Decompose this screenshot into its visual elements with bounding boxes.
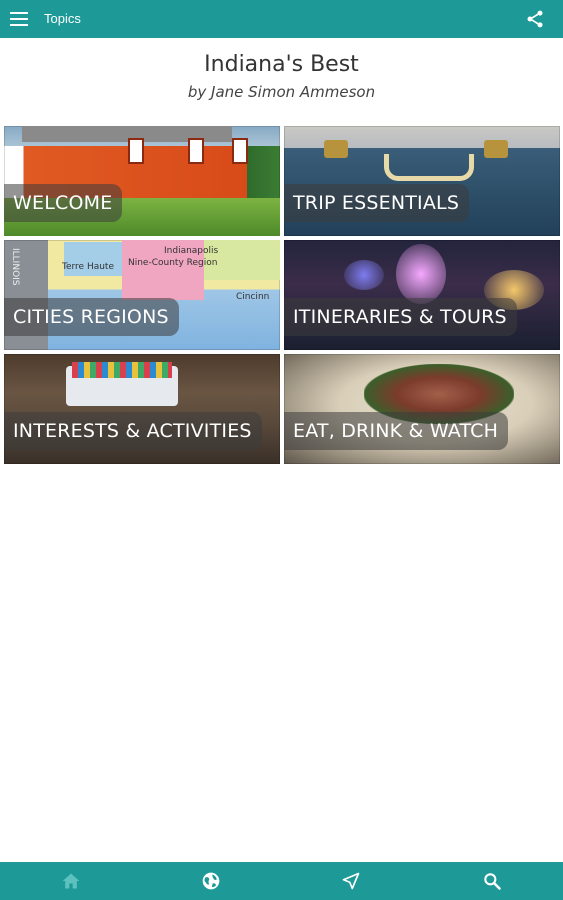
bottom-nav-bar: [0, 862, 563, 900]
map-label: Cincinn: [236, 292, 270, 302]
barn-window: [128, 138, 144, 164]
book-header: Indiana's Best by Jane Simon Ammeson: [0, 52, 563, 101]
map-label: Terre Haute: [62, 262, 115, 272]
tile-label: INTERESTS & ACTIVITIES: [4, 412, 262, 450]
tile-cities-regions[interactable]: Terre Haute Nine-County Region Indianapo…: [4, 240, 280, 350]
tile-label: WELCOME: [4, 184, 123, 222]
tile-label: EAT, DRINK & WATCH: [284, 412, 509, 450]
appbar-title: Topics: [44, 11, 81, 26]
top-app-bar: Topics: [0, 0, 563, 38]
barn-window: [188, 138, 204, 164]
tile-trip-essentials[interactable]: TRIP ESSENTIALS: [284, 126, 560, 236]
boat-passengers: [72, 362, 172, 378]
map-label: Indianapolis: [164, 246, 219, 256]
navigate-icon[interactable]: [341, 871, 361, 891]
tile-welcome[interactable]: WELCOME: [4, 126, 280, 236]
light-glow: [396, 244, 446, 304]
topics-grid: WELCOME TRIP ESSENTIALS Terre Haute Nine…: [4, 126, 560, 464]
map-label: ILLINOIS: [10, 248, 20, 286]
tile-eat-drink-watch[interactable]: EAT, DRINK & WATCH: [284, 354, 560, 464]
map-label: Nine-County Region: [128, 258, 218, 268]
suitcase-latch: [324, 140, 348, 158]
share-icon[interactable]: [525, 9, 545, 29]
book-author: by Jane Simon Ammeson: [187, 83, 376, 101]
globe-icon[interactable]: [201, 871, 221, 891]
book-title: Indiana's Best: [204, 52, 359, 77]
search-icon[interactable]: [482, 871, 502, 891]
tile-label: ITINERARIES & TOURS: [284, 298, 517, 336]
tile-label: CITIES REGIONS: [4, 298, 179, 336]
tile-itineraries-tours[interactable]: ITINERARIES & TOURS: [284, 240, 560, 350]
suitcase-latch: [484, 140, 508, 158]
tile-label: TRIP ESSENTIALS: [284, 184, 470, 222]
menu-icon[interactable]: [10, 12, 28, 26]
barn-window: [232, 138, 248, 164]
tile-interests-activities[interactable]: INTERESTS & ACTIVITIES: [4, 354, 280, 464]
suitcase-handle: [384, 154, 474, 181]
home-icon[interactable]: [61, 871, 81, 891]
light-glow: [344, 260, 384, 290]
